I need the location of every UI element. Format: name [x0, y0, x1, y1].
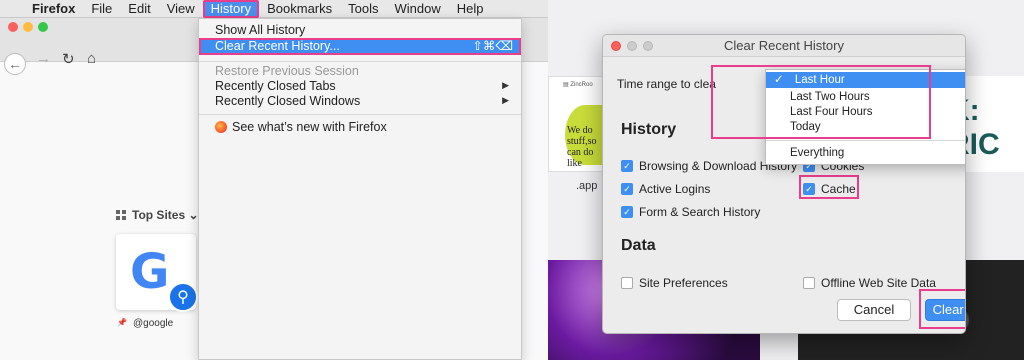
menu-app-name[interactable]: Firefox: [24, 0, 83, 18]
menu-separator: [199, 61, 521, 62]
clear-recent-history-dialog: Clear Recent History Time range to clea …: [602, 34, 966, 334]
tile-label: @google: [133, 318, 174, 329]
menu-file[interactable]: File: [83, 0, 120, 18]
menu-history[interactable]: History: [202, 0, 260, 18]
site-prefs-label: Site Preferences: [639, 276, 728, 290]
show-all-history-item[interactable]: Show All History: [215, 22, 305, 38]
dialog-title: Clear Recent History: [724, 38, 844, 53]
back-icon[interactable]: ←: [4, 53, 26, 75]
recently-closed-tabs-item[interactable]: Recently Closed Tabs: [215, 78, 336, 94]
zoom-dialog-icon: [643, 41, 653, 51]
menu-help[interactable]: Help: [449, 0, 492, 18]
history-section-heading: History: [621, 121, 677, 138]
menu-edit[interactable]: Edit: [120, 0, 158, 18]
forms-label: Form & Search History: [639, 205, 761, 219]
menu-view[interactable]: View: [159, 0, 203, 18]
pin-icon: 📌: [117, 318, 127, 327]
clear-now-highlight: [919, 289, 965, 329]
checkbox-box: [621, 277, 633, 289]
submenu-arrow-icon: ▶: [502, 95, 509, 105]
top-site-tile[interactable]: G ⚲: [116, 234, 198, 312]
menu-window[interactable]: Window: [387, 0, 449, 18]
close-window-icon[interactable]: [8, 22, 18, 32]
checkmark-icon: ✓: [621, 183, 633, 195]
checkbox-box: [803, 277, 815, 289]
thumbnail-header: ▤ ZincRoo: [563, 82, 593, 88]
google-logo-icon: G: [130, 244, 170, 300]
checkmark-icon: ✓: [621, 206, 633, 218]
reload-icon[interactable]: ↻: [62, 50, 75, 68]
time-option-everything[interactable]: Everything: [790, 146, 844, 161]
logins-label: Active Logins: [639, 182, 711, 196]
minimize-dialog-icon: [627, 41, 637, 51]
clear-history-dialog-screenshot: ▤ ZincRoo We do stuff,so can do like .ap…: [548, 0, 1024, 360]
recently-closed-windows-item[interactable]: Recently Closed Windows: [215, 93, 360, 109]
form-history-checkbox[interactable]: ✓ Form & Search History: [621, 205, 760, 219]
minimize-window-icon[interactable]: [23, 22, 33, 32]
top-sites-heading[interactable]: Top Sites ⌄: [116, 208, 199, 222]
thumbnail-label: .app: [576, 180, 598, 192]
search-icon: ⚲: [168, 282, 198, 312]
cache-highlight: [799, 175, 859, 199]
menu-bar: Firefox File Edit View History Bookmarks…: [0, 0, 548, 18]
zoom-window-icon[interactable]: [38, 22, 48, 32]
submenu-arrow-icon: ▶: [502, 80, 509, 90]
time-range-label: Time range to clea: [617, 77, 716, 91]
firefox-history-menu-screenshot: ← → ↻ ⌂ Firefox File Edit View History B…: [0, 0, 548, 360]
dialog-titlebar: Clear Recent History: [603, 35, 965, 57]
menu-bookmarks[interactable]: Bookmarks: [259, 0, 340, 18]
close-dialog-icon[interactable]: [611, 41, 621, 51]
time-options-highlight: [711, 65, 931, 139]
data-section-heading: Data: [621, 237, 656, 254]
checkmark-icon: ✓: [621, 160, 633, 172]
clear-recent-history-item[interactable]: Clear Recent History... ⇧⌘⌫: [199, 38, 521, 55]
menu-tools[interactable]: Tools: [340, 0, 386, 18]
home-icon[interactable]: ⌂: [87, 50, 96, 67]
history-dropdown-menu: Show All History Clear Recent History...…: [198, 18, 522, 360]
whats-new-label: See what’s new with Firefox: [232, 120, 387, 134]
shortcut-label: ⇧⌘⌫: [472, 39, 513, 53]
clear-recent-label: Clear Recent History...: [215, 39, 340, 53]
whats-new-item[interactable]: See what’s new with Firefox: [215, 119, 387, 135]
top-sites-label: Top Sites: [132, 208, 186, 222]
thumbnail-text: We do stuff,so can do like: [567, 125, 597, 169]
offline-label: Offline Web Site Data: [821, 276, 936, 290]
popup-separator: [766, 140, 965, 141]
grid-icon: [116, 210, 126, 220]
firefox-icon: [215, 121, 227, 133]
restore-session-item: Restore Previous Session: [215, 64, 359, 78]
background-thumbnail: ▤ ZincRoo We do stuff,so can do like: [548, 76, 606, 172]
cancel-button[interactable]: Cancel: [837, 299, 911, 321]
offline-data-checkbox[interactable]: Offline Web Site Data: [803, 276, 936, 290]
forward-icon[interactable]: →: [36, 50, 51, 67]
menu-separator: [199, 114, 521, 115]
site-preferences-checkbox[interactable]: Site Preferences: [621, 276, 728, 290]
active-logins-checkbox[interactable]: ✓ Active Logins: [621, 182, 710, 196]
